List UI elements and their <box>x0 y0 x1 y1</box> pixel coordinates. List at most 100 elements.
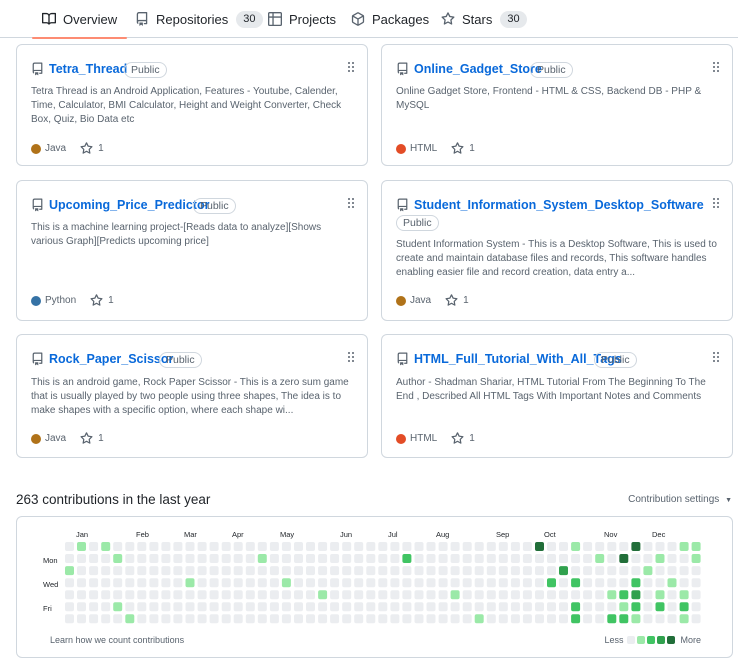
contribution-day-cell[interactable] <box>414 602 424 612</box>
contribution-day-cell[interactable] <box>559 578 568 588</box>
contribution-day-cell[interactable] <box>342 578 352 588</box>
contribution-day-cell[interactable] <box>498 554 508 563</box>
contribution-day-cell[interactable] <box>342 614 352 624</box>
contribution-day-cell[interactable] <box>510 566 520 576</box>
contribution-day-cell[interactable] <box>402 542 412 551</box>
contribution-day-cell[interactable] <box>571 578 581 588</box>
contribution-day-cell[interactable] <box>378 602 388 612</box>
contribution-day-cell[interactable] <box>486 554 496 563</box>
contribution-day-cell[interactable] <box>450 578 460 588</box>
contribution-day-cell[interactable] <box>571 566 581 576</box>
contribution-day-cell[interactable] <box>137 590 147 600</box>
contribution-day-cell[interactable] <box>318 590 328 600</box>
contribution-day-cell[interactable] <box>113 566 123 576</box>
contribution-day-cell[interactable] <box>294 566 303 576</box>
contribution-day-cell[interactable] <box>631 602 641 612</box>
contribution-day-cell[interactable] <box>535 542 544 551</box>
contribution-day-cell[interactable] <box>306 602 315 612</box>
contribution-day-cell[interactable] <box>233 554 243 563</box>
contribution-day-cell[interactable] <box>113 614 123 624</box>
contribution-day-cell[interactable] <box>438 542 448 551</box>
contribution-day-cell[interactable] <box>667 566 677 576</box>
contribution-day-cell[interactable] <box>89 590 99 600</box>
contribution-day-cell[interactable] <box>318 614 328 624</box>
contribution-day-cell[interactable] <box>149 542 159 551</box>
contribution-day-cell[interactable] <box>221 578 231 588</box>
contribution-day-cell[interactable] <box>137 566 147 576</box>
contribution-day-cell[interactable] <box>583 566 593 576</box>
contribution-day-cell[interactable] <box>233 542 243 551</box>
contribution-day-cell[interactable] <box>342 566 352 576</box>
contribution-day-cell[interactable] <box>354 542 364 551</box>
contribution-day-cell[interactable] <box>607 566 617 576</box>
contribution-day-cell[interactable] <box>619 578 629 588</box>
contribution-day-cell[interactable] <box>474 578 484 588</box>
contribution-day-cell[interactable] <box>354 578 364 588</box>
contribution-day-cell[interactable] <box>354 554 364 563</box>
contribution-day-cell[interactable] <box>426 614 436 624</box>
contribution-day-cell[interactable] <box>571 614 581 624</box>
contribution-day-cell[interactable] <box>354 590 364 600</box>
contribution-day-cell[interactable] <box>125 542 135 551</box>
contribution-day-cell[interactable] <box>137 554 147 563</box>
drag-handle-icon[interactable] <box>347 196 355 208</box>
contribution-day-cell[interactable] <box>257 590 267 600</box>
contribution-day-cell[interactable] <box>535 602 544 612</box>
contribution-day-cell[interactable] <box>607 602 617 612</box>
contribution-day-cell[interactable] <box>294 614 303 624</box>
contribution-day-cell[interactable] <box>209 566 219 576</box>
contribution-day-cell[interactable] <box>595 590 605 600</box>
contribution-day-cell[interactable] <box>113 554 123 563</box>
contribution-day-cell[interactable] <box>101 542 111 551</box>
contribution-day-cell[interactable] <box>306 566 315 576</box>
contribution-day-cell[interactable] <box>209 614 219 624</box>
contribution-day-cell[interactable] <box>390 542 400 551</box>
contribution-day-cell[interactable] <box>221 602 231 612</box>
contribution-day-cell[interactable] <box>306 554 315 563</box>
contribution-day-cell[interactable] <box>209 590 219 600</box>
contribution-day-cell[interactable] <box>462 590 472 600</box>
contribution-day-cell[interactable] <box>595 566 605 576</box>
contribution-day-cell[interactable] <box>643 590 653 600</box>
contribution-day-cell[interactable] <box>257 566 267 576</box>
contribution-day-cell[interactable] <box>113 578 123 588</box>
contribution-day-cell[interactable] <box>161 566 171 576</box>
contribution-day-cell[interactable] <box>474 542 484 551</box>
tab-repositories[interactable]: Repositories 30 <box>135 0 263 38</box>
contribution-day-cell[interactable] <box>366 614 376 624</box>
contribution-day-cell[interactable] <box>149 614 159 624</box>
contribution-day-cell[interactable] <box>161 590 171 600</box>
contribution-day-cell[interactable] <box>65 602 74 612</box>
contribution-day-cell[interactable] <box>486 542 496 551</box>
contribution-day-cell[interactable] <box>65 578 74 588</box>
contribution-day-cell[interactable] <box>498 578 508 588</box>
contribution-day-cell[interactable] <box>535 554 544 563</box>
contribution-day-cell[interactable] <box>378 542 388 551</box>
contribution-day-cell[interactable] <box>510 602 520 612</box>
contribution-day-cell[interactable] <box>522 614 532 624</box>
contribution-day-cell[interactable] <box>257 614 267 624</box>
contribution-day-cell[interactable] <box>498 542 508 551</box>
drag-handle-icon[interactable] <box>712 196 720 208</box>
contribution-day-cell[interactable] <box>619 554 629 563</box>
contribution-day-cell[interactable] <box>197 578 207 588</box>
contribution-day-cell[interactable] <box>510 614 520 624</box>
contribution-day-cell[interactable] <box>559 542 568 551</box>
contribution-day-cell[interactable] <box>498 602 508 612</box>
contribution-day-cell[interactable] <box>414 566 424 576</box>
contribution-day-cell[interactable] <box>571 542 581 551</box>
contribution-day-cell[interactable] <box>691 578 701 588</box>
contribution-day-cell[interactable] <box>161 554 171 563</box>
contribution-day-cell[interactable] <box>619 614 629 624</box>
contribution-day-cell[interactable] <box>173 614 183 624</box>
contribution-day-cell[interactable] <box>197 590 207 600</box>
contribution-day-cell[interactable] <box>330 590 340 600</box>
contribution-day-cell[interactable] <box>245 554 255 563</box>
tab-stars[interactable]: Stars 30 <box>441 0 527 38</box>
contribution-day-cell[interactable] <box>101 566 111 576</box>
contribution-day-cell[interactable] <box>667 578 677 588</box>
contribution-day-cell[interactable] <box>318 602 328 612</box>
contribution-day-cell[interactable] <box>269 542 279 551</box>
contribution-day-cell[interactable] <box>233 602 243 612</box>
contribution-day-cell[interactable] <box>679 614 689 624</box>
